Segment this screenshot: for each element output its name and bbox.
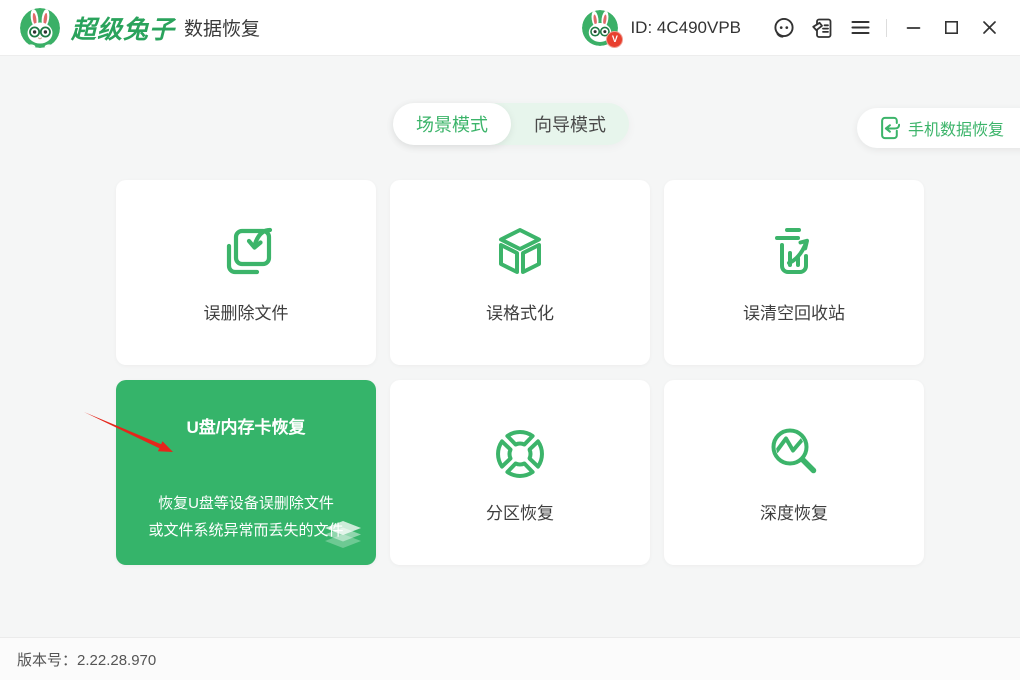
card-description-line2: 或文件系统异常而丢失的文件	[148, 522, 343, 539]
app-brand-name: 超级兔子	[71, 10, 175, 46]
app-logo-rabbit-icon	[20, 8, 60, 48]
version-text: 版本号：2.22.28.970	[17, 649, 156, 670]
tab-scene-mode[interactable]: 场景模式	[393, 103, 511, 145]
card-usb-memory-card-recovery[interactable]: U盘/内存卡恢复 恢复U盘等设备误删除文件 或文件系统异常而丢失的文件	[116, 380, 376, 565]
user-id: ID: 4C490VPB	[630, 18, 741, 38]
main-content: 场景模式 向导模式 手机数据恢复	[0, 57, 1020, 637]
titlebar-divider	[886, 19, 887, 37]
minimize-button[interactable]	[897, 12, 929, 44]
tab-wizard-mode[interactable]: 向导模式	[511, 103, 629, 145]
card-label: 误删除文件	[204, 299, 289, 324]
hamburger-menu-icon[interactable]	[844, 12, 876, 44]
phone-recovery-label: 手机数据恢复	[908, 116, 1004, 140]
layers-icon	[322, 521, 364, 556]
card-emptied-recycle-bin[interactable]: 误清空回收站	[664, 180, 924, 365]
file-restore-icon	[214, 222, 278, 286]
app-window: 超级兔子 数据恢复	[0, 0, 1020, 680]
card-description-line1: 恢复U盘等设备误删除文件	[158, 495, 334, 512]
card-deleted-files[interactable]: 误删除文件	[116, 180, 376, 365]
card-label: 误清空回收站	[743, 299, 845, 324]
customer-support-icon[interactable]	[768, 12, 800, 44]
app-product-name: 数据恢复	[184, 14, 260, 41]
card-partition-recovery[interactable]: 分区恢复	[390, 380, 650, 565]
user-avatar[interactable]: V	[582, 10, 618, 46]
close-button[interactable]	[973, 12, 1005, 44]
scene-card-grid: 误删除文件 误格式化	[116, 180, 924, 565]
phone-recovery-icon	[878, 115, 900, 141]
phone-recovery-button[interactable]: 手机数据恢复	[857, 108, 1020, 148]
trash-restore-icon	[762, 222, 826, 286]
partition-icon	[488, 422, 552, 486]
status-bar: 版本号：2.22.28.970	[0, 637, 1020, 680]
maximize-button[interactable]	[935, 12, 967, 44]
mode-tab-group: 场景模式 向导模式	[393, 103, 629, 145]
feedback-icon[interactable]	[806, 12, 838, 44]
card-label: 误格式化	[486, 299, 554, 324]
deep-scan-icon	[762, 422, 826, 486]
vip-badge: V	[606, 31, 623, 48]
card-formatted[interactable]: 误格式化	[390, 180, 650, 365]
card-description: 恢复U盘等设备误删除文件 或文件系统异常而丢失的文件	[148, 490, 343, 544]
card-label: 分区恢复	[486, 499, 554, 524]
card-label: 深度恢复	[760, 499, 828, 524]
card-deep-recovery[interactable]: 深度恢复	[664, 380, 924, 565]
card-title: U盘/内存卡恢复	[187, 413, 306, 438]
title-bar: 超级兔子 数据恢复	[0, 0, 1020, 56]
cube-icon	[488, 222, 552, 286]
